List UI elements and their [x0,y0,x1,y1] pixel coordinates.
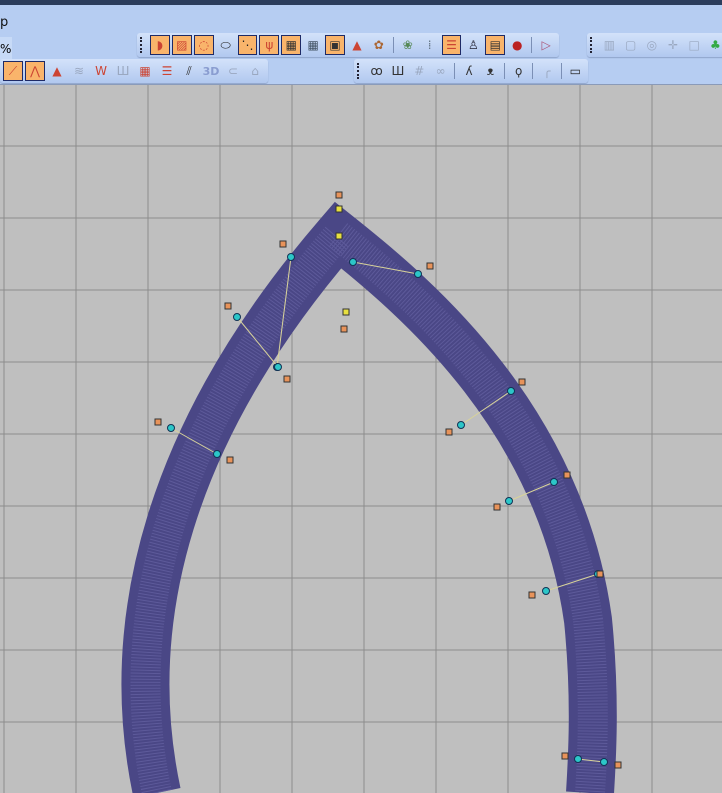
handle-point [426,262,434,270]
chain-icon[interactable]: ∞ [431,61,450,81]
grid-alt-icon[interactable]: ▦ [303,35,323,55]
shapes-icon[interactable]: ▲ [347,35,367,55]
move-icon[interactable]: ✛ [663,35,682,55]
handle-point [226,456,234,464]
pattern-icon[interactable]: ▦ [135,61,155,81]
design-canvas[interactable] [0,85,722,793]
curl-icon[interactable]: ʎ [459,61,478,81]
control-point [505,497,513,505]
handle-point [518,378,526,386]
control-point [167,424,175,432]
tv-icon[interactable]: ⌂ [245,61,265,81]
center-icon[interactable]: ◎ [642,35,661,55]
lines-icon[interactable]: ☰ [157,61,177,81]
control-point [457,421,465,429]
run-icon[interactable]: ▷ [536,35,556,55]
menu-item-help[interactable]: p [0,15,8,30]
corner-point [335,205,343,213]
control-point [542,587,550,595]
toolbar-area: p % ◗ ▨ ◌ ⬭ ⋱ ψ ▦ ▦ ▣ ▲ ✿ ❀ ⁞ ☰ ♙ ▤ ● ▷ … [0,5,722,85]
cactus-icon[interactable]: ψ [259,35,280,55]
image-icon[interactable]: ▣ [325,35,345,55]
handle-point [224,302,232,310]
handle-point [154,418,162,426]
toolbar-top: ◗ ▨ ◌ ⬭ ⋱ ψ ▦ ▦ ▣ ▲ ✿ ❀ ⁞ ☰ ♙ ▤ ● ▷ [137,33,559,57]
handle-point [283,375,291,383]
handle-point [614,761,622,769]
outline-fill-icon[interactable]: ◌ [193,35,214,55]
stitch-lines [130,214,608,793]
frame-icon[interactable]: ▢ [621,35,640,55]
toolbar-third: ꝏ Ш # ∞ ʎ ᴥ ϙ ╭ ▭ [354,59,588,83]
control-point [574,755,582,763]
handle-point [445,428,453,436]
control-point [274,363,282,371]
corner-point [342,308,350,316]
lens-icon[interactable]: ⊂ [223,61,243,81]
toolbar-grip[interactable] [140,37,145,53]
toolbar-second: ⟋ ⋀ ▲ ≋ W Ш ▦ ☰ ⫽ 3D ⊂ ⌂ [0,59,268,83]
arc-icon[interactable]: ╭ [537,61,556,81]
control-point [233,313,241,321]
stitch-points-icon[interactable]: ⋱ [237,35,258,55]
dotted-grid-icon[interactable]: ⁞ [420,35,440,55]
flower-pot-icon[interactable]: ✿ [369,35,389,55]
separator [454,63,456,79]
fan-icon[interactable]: ⟋ [3,61,23,81]
hatch-icon[interactable]: ⫽ [179,61,199,81]
zoom-field[interactable]: % [0,37,12,61]
tatami-fill-icon[interactable]: ▨ [171,35,192,55]
embroidery-arch[interactable] [121,201,617,793]
square-icon[interactable]: □ [685,35,704,55]
handle-point [279,240,287,248]
3d-button[interactable]: 3D [201,61,221,81]
double-curl-icon[interactable]: ᴥ [481,61,500,81]
grid-icon[interactable]: ▦ [281,35,302,55]
handle-point [493,503,501,511]
monitor-icon[interactable]: ▭ [566,61,585,81]
control-point [287,253,295,261]
handle-point [561,752,569,760]
loops-icon[interactable]: ꝏ [367,61,386,81]
columns-icon[interactable]: Ш [113,61,133,81]
separator [560,63,562,79]
triangle-fill-icon[interactable]: ⋀ [25,61,45,81]
handle-point [335,191,343,199]
plant-icon[interactable]: ❀ [398,35,418,55]
control-point [600,758,608,766]
separator [392,37,394,53]
handle-point [528,591,536,599]
control-point [507,387,515,395]
separator [532,63,534,79]
toolbar-grip[interactable] [590,37,595,53]
knot-icon[interactable]: ϙ [509,61,528,81]
corner-point [335,232,343,240]
people-icon[interactable]: ♙ [463,35,483,55]
handle-point [563,471,571,479]
handle-point [340,325,348,333]
dashed-outline-icon[interactable]: ⬭ [216,35,236,55]
separator [504,63,505,79]
control-point [414,270,422,278]
thread-icon[interactable]: ● [507,35,527,55]
properties-icon[interactable]: ▤ [485,35,506,55]
align-icon[interactable]: ▥ [600,35,619,55]
toolbar-right: ▥ ▢ ◎ ✛ □ ♣ [587,33,722,57]
hash-icon[interactable]: # [410,61,429,81]
tree-icon[interactable]: ♣ [706,35,722,55]
satin-fill-icon[interactable]: ◗ [149,35,170,55]
control-point [213,450,221,458]
control-point [349,258,357,266]
handle-point [596,570,604,578]
control-point [550,478,558,486]
toolbar-grip[interactable] [357,63,362,79]
wave-stripe-icon[interactable]: ≋ [69,61,89,81]
zigzag-icon[interactable]: W [91,61,111,81]
triangle-stripe-icon[interactable]: ▲ [47,61,67,81]
meander-icon[interactable]: Ш [388,61,407,81]
separator [531,37,533,53]
color-list-icon[interactable]: ☰ [441,35,462,55]
